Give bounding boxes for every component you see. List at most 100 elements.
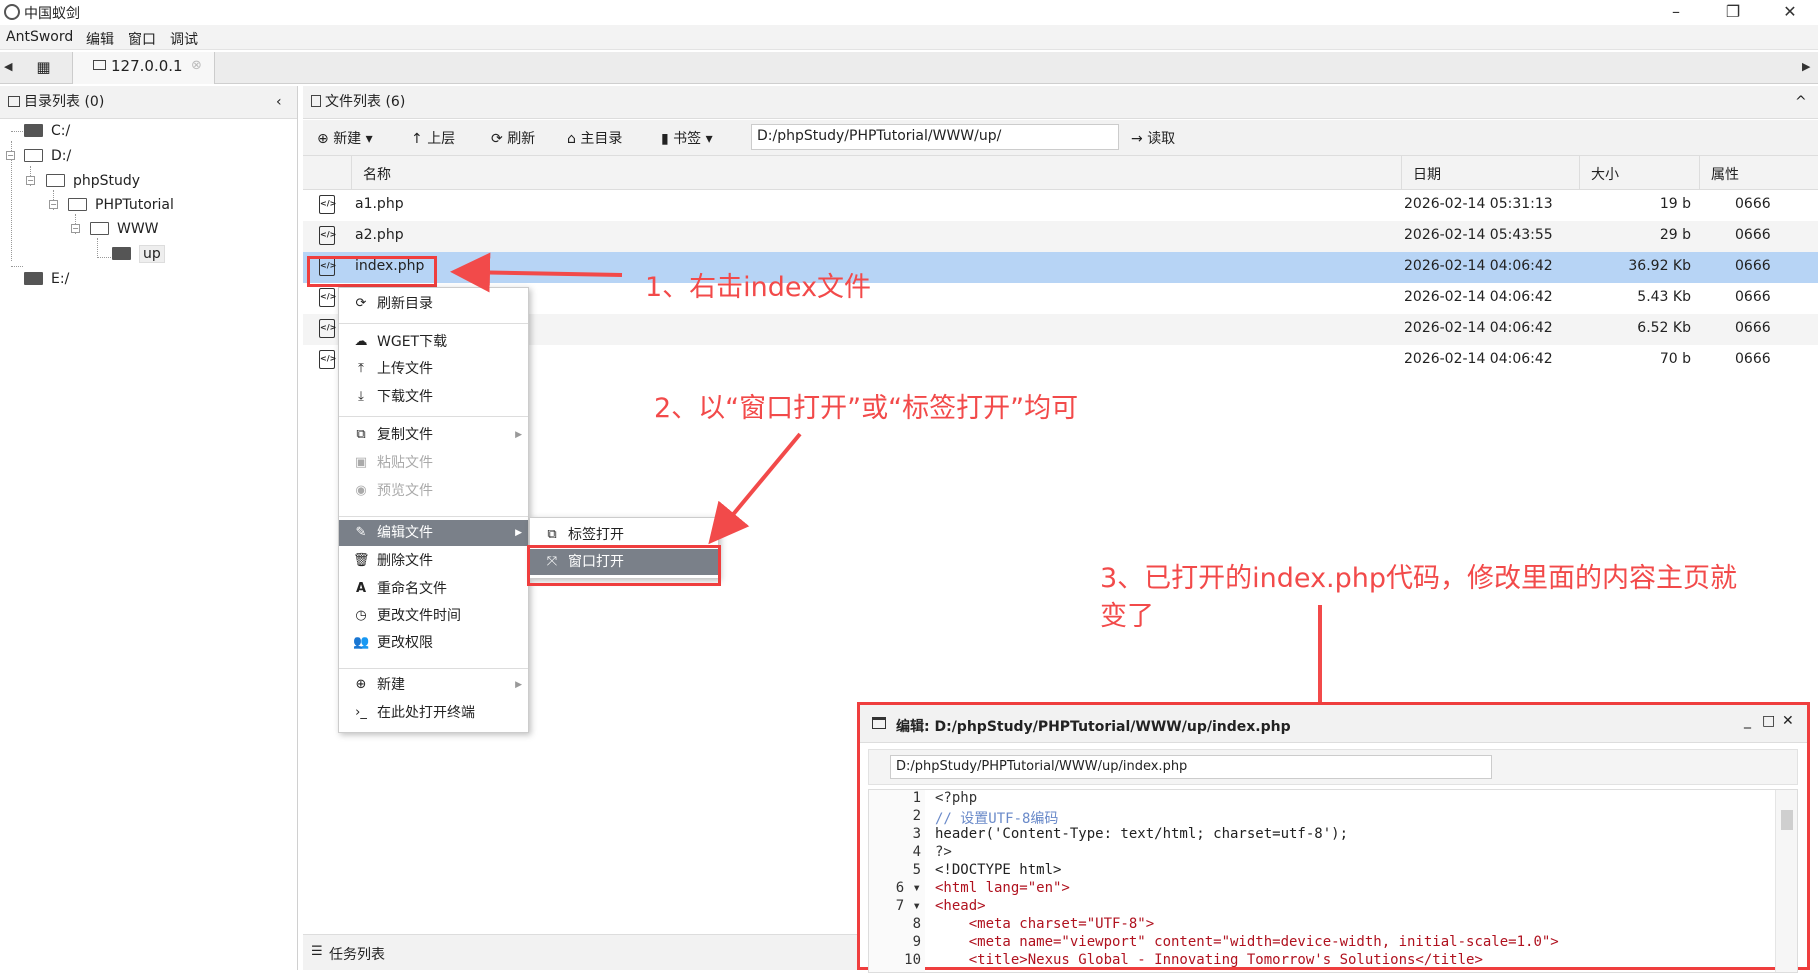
read-button[interactable]: → 读取: [1131, 128, 1175, 148]
close-button[interactable]: ✕: [1762, 0, 1818, 25]
php-file-icon: </>: [319, 195, 336, 214]
table-row[interactable]: </> a1.php 2026-02-14 05:31:13 19 b 0666: [303, 190, 1818, 221]
tab-scroll-left-icon[interactable]: ◀: [4, 60, 12, 73]
menu-item-permissions[interactable]: 👥 更改权限: [339, 630, 528, 656]
tree-item-www[interactable]: WWW: [90, 218, 159, 240]
menu-item-change-time[interactable]: ◷ 更改文件时间: [339, 603, 528, 629]
collapse-panel-icon[interactable]: ‹: [276, 86, 282, 118]
scrollbar[interactable]: [1775, 790, 1797, 972]
menu-item-terminal[interactable]: ›_ 在此处打开终端: [339, 700, 528, 726]
path-input[interactable]: D:/phpStudy/PHPTutorial/WWW/up/: [751, 124, 1119, 150]
menu-item-paste: ▣ 粘贴文件: [339, 450, 528, 476]
tree-item-label: WWW: [117, 221, 159, 237]
menu-item-copy[interactable]: ⧉ 复制文件 ▶: [339, 422, 528, 448]
menu-item-edit[interactable]: ✎ 编辑文件 ▶: [339, 520, 528, 546]
php-file-icon: </>: [319, 226, 336, 245]
collapse-panel-icon[interactable]: ^: [1795, 86, 1807, 118]
table-row-selected[interactable]: </> index.php 2026-02-14 04:06:42 36.92 …: [303, 252, 1818, 283]
paste-icon: ▣: [354, 455, 368, 470]
column-attr[interactable]: 属性: [1711, 164, 1739, 184]
tree-toggle-phptutorial[interactable]: −: [49, 200, 58, 209]
menu-item-label: 编辑文件: [377, 525, 433, 541]
bookmark-button-label: 书签: [673, 131, 702, 147]
tab-scroll-right-icon[interactable]: ▶: [1802, 60, 1810, 73]
tree-item-label: up: [139, 245, 165, 263]
tab-close-icon[interactable]: ⊗: [191, 58, 202, 73]
bookmark-button[interactable]: ▮ 书签 ▾: [661, 128, 713, 148]
menu-item-label: 更改权限: [377, 635, 433, 651]
refresh-button[interactable]: ⟳ 刷新: [491, 128, 535, 148]
trash-icon: 🗑: [353, 553, 370, 568]
file-date: 2026-02-14 05:43:55: [1404, 227, 1553, 243]
plus-circle-icon: ⊕: [317, 131, 334, 147]
submenu-arrow-icon: ▶: [515, 680, 522, 690]
context-menu: ⟳ 刷新目录 ☁ WGET下载 ⤒ 上传文件 ⤓ 下载文件 ⧉ 复制文件 ▶ ▣ 粘贴文件 ◉…: [338, 287, 529, 733]
task-list-title[interactable]: 任务列表: [329, 944, 385, 964]
column-name[interactable]: 名称: [363, 164, 391, 184]
editor-minimize-icon[interactable]: _: [1744, 713, 1751, 729]
column-size[interactable]: 大小: [1591, 164, 1619, 184]
directory-panel-title: 目录列表 (0): [24, 94, 105, 110]
tree-item-c[interactable]: C:/: [24, 120, 70, 142]
menu-item-rename[interactable]: A 重命名文件: [339, 576, 528, 602]
editor-maximize-icon[interactable]: □: [1762, 713, 1775, 729]
restore-button[interactable]: ❐: [1705, 0, 1761, 25]
table-row[interactable]: </> 2026-02-14 04:06:42 70 b 0666: [303, 345, 1818, 376]
menu-item-upload[interactable]: ⤒ 上传文件: [339, 356, 528, 382]
download-icon: ⤓: [358, 389, 364, 404]
tree-item-up[interactable]: up: [112, 243, 165, 265]
new-button[interactable]: ⊕ 新建 ▾: [317, 128, 373, 148]
editor-window: 编辑: D:/phpStudy/PHPTutorial/WWW/up/index…: [857, 702, 1810, 973]
file-date: 2026-02-14 04:06:42: [1404, 289, 1553, 305]
home-button[interactable]: ⌂ 主目录: [567, 128, 622, 148]
menu-item-wget[interactable]: ☁ WGET下载: [339, 329, 528, 355]
directory-panel: 目录列表 (0) ‹ − − − − C:/ D:/ phpStudy PHPT…: [0, 86, 298, 970]
menu-debug[interactable]: 调试: [170, 29, 198, 49]
editor-close-icon[interactable]: ✕: [1782, 713, 1794, 729]
folder-icon: [46, 174, 65, 187]
tree-toggle-phpstudy[interactable]: −: [26, 176, 35, 185]
tree-toggle-d[interactable]: −: [6, 151, 15, 160]
scrollbar-thumb[interactable]: [1781, 810, 1793, 830]
arrow-right-icon: →: [1131, 131, 1148, 147]
editor-path-input[interactable]: D:/phpStudy/PHPTutorial/WWW/up/index.php: [890, 755, 1492, 779]
annotation-box-window-open: [527, 545, 721, 586]
font-icon: A: [355, 581, 367, 596]
directory-panel-header: 目录列表 (0) ‹: [0, 86, 297, 119]
column-date[interactable]: 日期: [1413, 164, 1441, 184]
menu-item-label: 预览文件: [377, 483, 433, 499]
file-icon: [311, 95, 321, 107]
tree-item-phpstudy[interactable]: phpStudy: [46, 170, 140, 192]
menu-item-refresh-dir[interactable]: ⟳ 刷新目录: [339, 291, 528, 317]
tab-host[interactable]: 127.0.0.1 ⊗: [73, 52, 215, 84]
tree-item-d[interactable]: D:/: [24, 145, 71, 167]
code-line: <!DOCTYPE html>: [935, 862, 1062, 878]
menu-antsword[interactable]: AntSword: [6, 29, 73, 45]
php-file-icon: </>: [319, 319, 336, 338]
annotation-step-3-line1: 3、已打开的index.php代码，修改里面的内容主页就: [1100, 563, 1738, 594]
new-button-label: 新建: [333, 131, 362, 147]
tree-item-e[interactable]: E:/: [24, 268, 69, 290]
file-size: 6.52 Kb: [1637, 320, 1691, 336]
menu-edit[interactable]: 编辑: [86, 29, 114, 49]
table-row[interactable]: </> 2026-02-14 04:06:42 5.43 Kb 0666: [303, 283, 1818, 314]
code-line: <head>: [935, 898, 986, 914]
table-row[interactable]: </> a2.php 2026-02-14 05:43:55 29 b 0666: [303, 221, 1818, 252]
tree-toggle-www[interactable]: −: [71, 224, 80, 233]
tree-item-phptutorial[interactable]: PHPTutorial: [68, 194, 174, 216]
tab-home-grid-icon[interactable]: ▦: [15, 52, 73, 84]
file-toolbar: ⊕ 新建 ▾ ↑ 上层 ⟳ 刷新 ⌂ 主目录 ▮ 书签 ▾ D:/phpStud…: [303, 120, 1818, 156]
file-size: 36.92 Kb: [1628, 258, 1691, 274]
menu-item-label: 重命名文件: [377, 581, 447, 597]
up-button[interactable]: ↑ 上层: [411, 128, 455, 148]
code-editor[interactable]: 1 <?php 2// 设置UTF-8编码 3 header('Content-Ty…: [868, 789, 1798, 973]
menu-item-delete[interactable]: 🗑 删除文件: [339, 548, 528, 574]
code-line: <meta charset="UTF-8">: [935, 916, 1155, 932]
minimize-button[interactable]: –: [1648, 0, 1704, 25]
menu-window[interactable]: 窗口: [128, 29, 156, 49]
menu-item-download[interactable]: ⤓ 下载文件: [339, 384, 528, 410]
table-row[interactable]: </> 2026-02-14 04:06:42 6.52 Kb 0666: [303, 314, 1818, 345]
file-size: 29 b: [1659, 227, 1691, 243]
menu-item-new[interactable]: ⊕ 新建 ▶: [339, 672, 528, 698]
code-line: <html lang="en">: [935, 880, 1070, 896]
